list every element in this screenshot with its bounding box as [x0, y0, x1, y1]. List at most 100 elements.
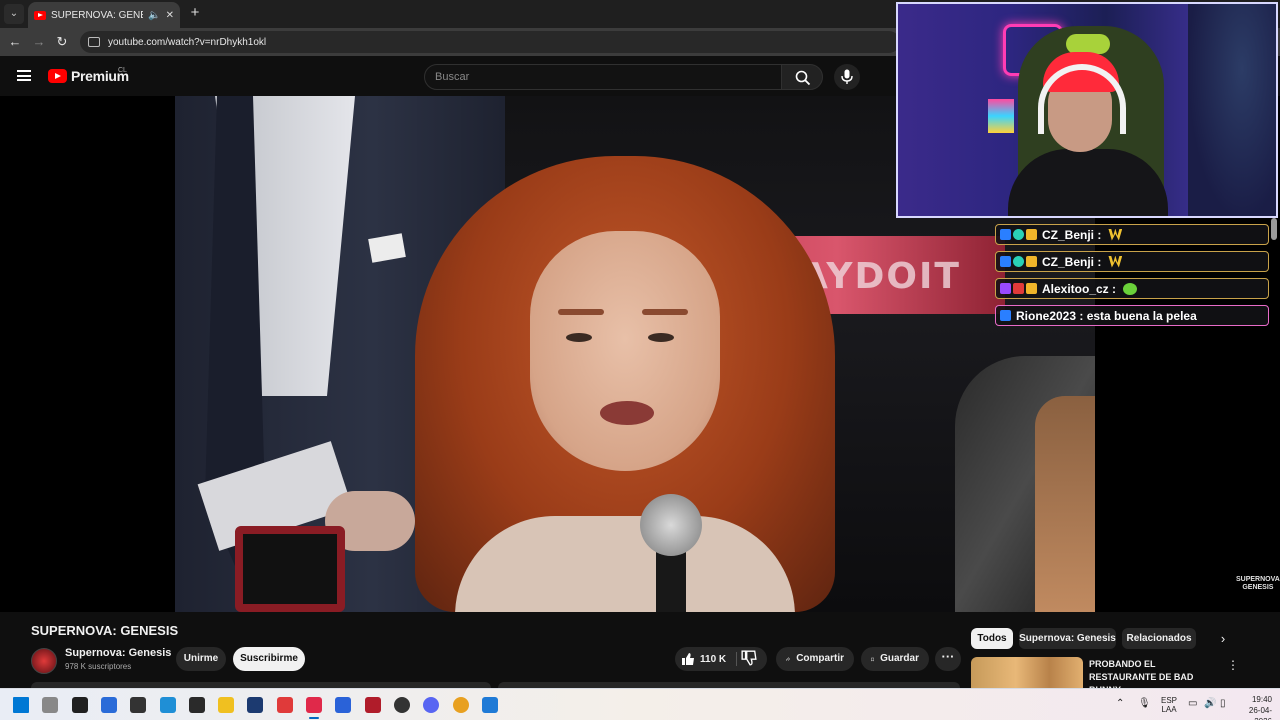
system-clock[interactable]: 19:40 26-04-2026 — [1236, 694, 1272, 720]
join-button[interactable]: Unirme — [176, 647, 226, 671]
language-code: ESP — [1160, 696, 1177, 705]
volume-icon[interactable]: 🔊 — [1204, 699, 1216, 709]
microphone-icon — [841, 69, 853, 84]
typeface-app-icon[interactable] — [276, 697, 293, 713]
photoshop-icon[interactable] — [247, 697, 264, 713]
windows-taskbar: ⌃ 🎙 ESP LAA ▭ 🔊 ▯ 19:40 26-04-2026 — [0, 688, 1280, 720]
teal-badge-icon — [1013, 256, 1024, 267]
chat-username: CZ_Benji : — [1042, 227, 1102, 242]
browser-tab-active[interactable]: SUPERNOVA: GENESIS - You 🔈 ✕ — [28, 2, 180, 28]
chrome-icon[interactable] — [452, 697, 469, 713]
like-count: 110 K — [700, 653, 727, 665]
speaker-icon[interactable]: 🔈 — [148, 10, 160, 21]
bookmark-icon — [871, 657, 874, 661]
share-icon — [786, 657, 791, 661]
subscribe-button[interactable]: Suscribirme — [233, 647, 305, 671]
new-tab-icon[interactable]: + — [186, 4, 204, 22]
media-app-icon[interactable] — [393, 697, 410, 713]
tab-list-icon[interactable]: ⌄ — [4, 4, 24, 24]
more-actions-button[interactable]: ··· — [935, 647, 961, 671]
tab-title: SUPERNOVA: GENESIS - You — [51, 9, 143, 21]
app-blue-icon[interactable] — [100, 697, 117, 713]
shoulders — [455, 516, 795, 612]
gold-badge-icon — [1026, 283, 1037, 294]
file-explorer-icon[interactable] — [218, 697, 235, 713]
epic-games-icon[interactable] — [130, 697, 147, 713]
site-info-icon[interactable] — [88, 37, 100, 47]
app-square-icon[interactable] — [335, 697, 352, 713]
channel-avatar[interactable] — [31, 648, 57, 674]
search-input[interactable]: Buscar — [424, 64, 782, 90]
pocket-square — [368, 233, 406, 263]
red-badge-icon — [1013, 283, 1024, 294]
channel-watermark[interactable]: SUPERNOVA GENESIS — [1236, 576, 1280, 592]
steam-audio-icon[interactable] — [188, 697, 205, 713]
share-button[interactable]: Compartir — [776, 647, 854, 671]
woman-face — [530, 231, 720, 471]
subscriber-count: 978 K suscriptores — [65, 662, 132, 671]
microphone-tray-icon[interactable]: 🎙 — [1138, 699, 1151, 709]
chip-relacionados[interactable]: Relacionados — [1122, 628, 1196, 649]
chat-emote-icon — [1108, 255, 1123, 268]
chip-todos[interactable]: Todos — [971, 628, 1013, 649]
voice-search-button[interactable] — [834, 64, 860, 90]
network-icon[interactable]: ▭ — [1188, 699, 1197, 709]
mouse-app-icon[interactable] — [42, 697, 59, 713]
streamer-webcam — [896, 2, 1278, 218]
forward-icon[interactable]: → — [30, 33, 48, 51]
chevron-right-icon[interactable]: › — [1214, 630, 1232, 648]
table-mic-stand — [235, 526, 345, 612]
menu-icon[interactable] — [17, 70, 31, 81]
scrollbar[interactable] — [1271, 218, 1277, 240]
language-indicator[interactable]: ESP LAA — [1158, 696, 1180, 714]
language-layout: LAA — [1161, 705, 1177, 714]
youtube-play-icon — [48, 69, 67, 83]
save-label: Guardar — [880, 653, 919, 664]
discord-icon[interactable] — [423, 697, 440, 713]
tiktok-live-icon[interactable] — [306, 697, 322, 713]
mouth — [600, 401, 654, 425]
reload-icon[interactable]: ↻ — [53, 33, 71, 51]
save-button[interactable]: Guardar — [861, 647, 929, 671]
more-vertical-icon[interactable]: ⋮ — [1226, 657, 1240, 673]
photos-app-icon[interactable] — [481, 697, 498, 713]
blue-badge-icon — [1000, 310, 1011, 321]
recommended-thumbnail[interactable] — [971, 657, 1083, 688]
thumbs-down-icon — [741, 650, 757, 666]
dislike-button[interactable] — [741, 650, 761, 668]
rgb-shelf — [988, 99, 1014, 133]
back-icon[interactable]: ← — [6, 33, 24, 51]
youtube-favicon — [34, 10, 46, 20]
video-title: SUPERNOVA: GENESIS — [31, 623, 179, 638]
clock-date: 26-04-2026 — [1248, 706, 1272, 720]
url-field[interactable]: youtube.com/watch?v=nrDhykh1okl — [80, 31, 900, 53]
chip-supernova-genesis[interactable]: Supernova: Genesis — [1019, 628, 1116, 649]
voicemeeter-icon[interactable] — [364, 697, 381, 713]
like-dislike-group: 110 K — [675, 647, 767, 671]
right-eye — [648, 333, 674, 342]
channel-name[interactable]: Supernova: Genesis — [65, 647, 171, 659]
plants — [1188, 4, 1276, 216]
chevron-up-icon[interactable]: ⌃ — [1116, 699, 1124, 709]
like-button[interactable]: 110 K — [675, 647, 735, 671]
left-brow — [558, 309, 604, 315]
edge-browser-icon[interactable] — [159, 697, 176, 713]
purple-badge-icon — [1000, 283, 1011, 294]
close-icon[interactable]: ✕ — [166, 10, 174, 21]
chat-emote-icon — [1123, 282, 1138, 295]
battery-icon[interactable]: ▯ — [1220, 699, 1226, 709]
windows-start-icon[interactable] — [13, 697, 29, 713]
like-separator — [736, 652, 737, 666]
obs-studio-icon[interactable] — [71, 697, 88, 713]
chat-message: Rione2023 : esta buena la pelea — [995, 305, 1269, 326]
youtube-logo[interactable]: Premium — [48, 68, 129, 84]
chat-username: Rione2023 : esta buena la pelea — [1016, 308, 1197, 323]
search-button[interactable] — [781, 64, 823, 90]
share-label: Compartir — [796, 653, 844, 664]
active-app-indicator — [309, 717, 319, 719]
left-eye — [566, 333, 592, 342]
chat-message: CZ_Benji : — [995, 251, 1269, 272]
chair-logo — [1066, 34, 1110, 54]
gold-badge-icon — [1026, 256, 1037, 267]
chat-username: CZ_Benji : — [1042, 254, 1102, 269]
